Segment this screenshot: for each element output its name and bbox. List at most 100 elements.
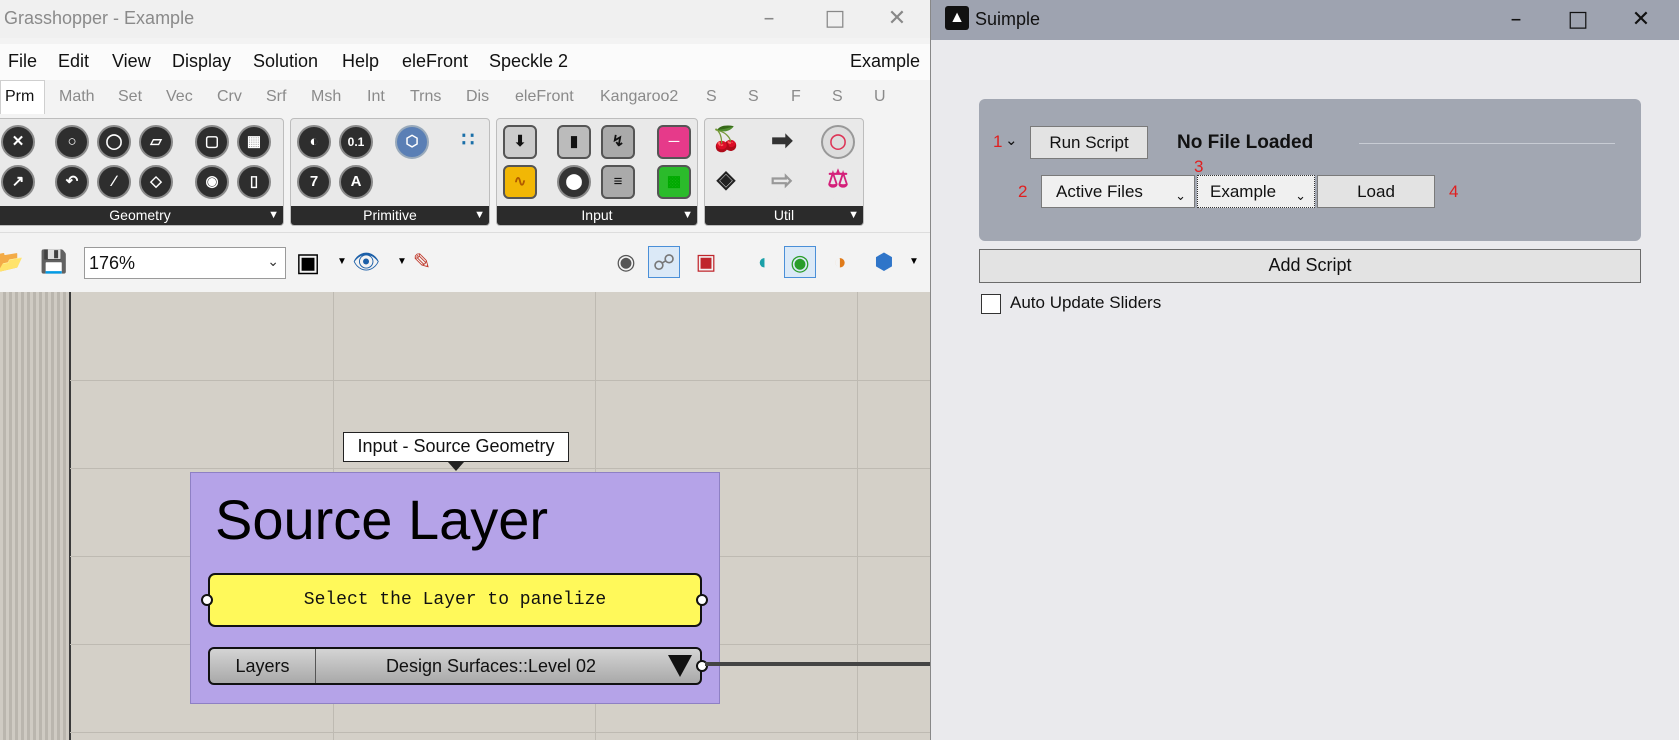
panel-geometry-label[interactable]: Geometry ▼	[0, 206, 283, 225]
cluster-icon[interactable]: ◯	[821, 125, 855, 159]
output-wire[interactable]	[705, 662, 930, 666]
tab-dis[interactable]: Dis	[466, 88, 489, 106]
panel-input-label[interactable]: Input ▼	[497, 206, 697, 225]
data-path-icon[interactable]: ∷	[451, 125, 485, 159]
menu-view[interactable]: View	[112, 51, 151, 72]
zoom-combobox[interactable]: 176% ⌄	[84, 247, 286, 279]
relay-arrow-icon[interactable]: ➡	[765, 125, 799, 159]
menu-solution[interactable]: Solution	[253, 51, 318, 72]
mesh-icon[interactable]: ▦	[237, 125, 271, 159]
source-layer-group[interactable]: Source Layer Select the Layer to paneliz…	[190, 472, 720, 704]
chevron-down-icon[interactable]: ⌄	[267, 253, 279, 270]
save-file-icon[interactable]: 💾	[38, 246, 70, 278]
button-icon[interactable]: ▮	[557, 125, 591, 159]
minimize-icon[interactable]: –	[754, 4, 784, 34]
tab-prm[interactable]: Prm	[0, 80, 45, 114]
collapse-chevron-icon[interactable]: ⌄	[1005, 131, 1018, 149]
material-sphere-icon[interactable]: ◑	[824, 246, 856, 278]
cherry-icon[interactable]: 🍒	[709, 125, 743, 159]
boolean-icon[interactable]: ◐	[297, 125, 331, 159]
tab-crv[interactable]: Crv	[217, 88, 242, 106]
dropdown-arrow-icon-3[interactable]: ▼	[898, 246, 930, 278]
tab-trns[interactable]: Trns	[410, 88, 441, 106]
preview-wire-icon[interactable]: ◉	[610, 246, 642, 278]
flask-icon[interactable]: ⚖	[821, 165, 855, 199]
document-name[interactable]: Example	[850, 51, 920, 72]
circle-icon[interactable]: ○	[55, 125, 89, 159]
tab-elefront[interactable]: eleFront	[515, 88, 574, 106]
text-icon[interactable]: A	[339, 165, 373, 199]
tab-kangaroo2[interactable]: Kangaroo2	[600, 88, 678, 106]
value-list-component[interactable]: Layers Design Surfaces::Level 02	[208, 647, 702, 685]
boolean-toggle-icon[interactable]: ⬤	[557, 165, 591, 199]
menu-elefront[interactable]: eleFront	[402, 51, 468, 72]
dropdown-triangle-icon[interactable]	[668, 655, 692, 677]
panel-component[interactable]: Select the Layer to panelize	[208, 573, 702, 627]
preview-shaded-icon[interactable]: ▣	[690, 246, 722, 278]
number-icon[interactable]: 0.1	[339, 125, 373, 159]
add-script-button[interactable]: Add Script	[979, 249, 1641, 283]
slider-icon[interactable]: ↯	[601, 125, 635, 159]
hollow-arrow-icon[interactable]: ⇨	[765, 165, 799, 199]
panel-output-grip[interactable]	[696, 594, 708, 606]
files-source-select[interactable]: Active Files ⌄	[1041, 175, 1195, 208]
graph-mapper-icon[interactable]: ∿	[503, 165, 537, 199]
tab-math[interactable]: Math	[59, 88, 95, 106]
tab-u[interactable]: U	[874, 88, 886, 106]
tab-srf[interactable]: Srf	[266, 88, 286, 106]
sketch-pen-icon[interactable]: ✎	[406, 246, 438, 278]
import-icon[interactable]: ⬇	[503, 125, 537, 159]
integer-icon[interactable]: 7	[297, 165, 331, 199]
close-icon[interactable]: ✕	[882, 4, 912, 34]
colour-swatch-icon[interactable]: ▩	[657, 165, 691, 199]
tab-msh[interactable]: Msh	[311, 88, 341, 106]
menu-display[interactable]: Display	[172, 51, 231, 72]
document-select[interactable]: Example ⌄	[1197, 175, 1315, 208]
display-mode-icon[interactable]: ⬢	[868, 246, 900, 278]
auto-update-label[interactable]: Auto Update Sliders	[1010, 293, 1161, 313]
minimize-icon[interactable]: –	[1501, 5, 1531, 35]
auto-update-checkbox[interactable]	[981, 294, 1001, 314]
chevron-down-icon[interactable]: ⌄	[1175, 180, 1186, 211]
tree-icon[interactable]: ◈	[709, 165, 743, 199]
preview-mesh-icon[interactable]: ☍	[648, 246, 680, 278]
circular-arc-icon[interactable]: ◯	[97, 125, 131, 159]
surface-icon[interactable]: ▯	[237, 165, 271, 199]
curve-icon[interactable]: ↶	[55, 165, 89, 199]
value-list-icon[interactable]: ≡	[601, 165, 635, 199]
zoom-extents-icon[interactable]: ▣	[292, 246, 324, 278]
preview-surface-icon[interactable]: ◖	[746, 246, 778, 278]
preview-selected-icon[interactable]: ◉	[784, 246, 816, 278]
box-icon[interactable]: ▢	[195, 125, 229, 159]
tab-s3[interactable]: S	[832, 88, 843, 106]
panel-util-label[interactable]: Util ▼	[705, 206, 863, 225]
vector-icon[interactable]: ↗	[1, 165, 35, 199]
tab-f[interactable]: F	[791, 88, 801, 106]
geometry-icon[interactable]: ✕	[1, 125, 35, 159]
number-slider-icon[interactable]: ─	[657, 125, 691, 159]
chevron-down-icon-2[interactable]: ⌄	[1295, 180, 1306, 211]
run-script-button[interactable]: Run Script	[1030, 126, 1148, 159]
tab-int[interactable]: Int	[367, 88, 385, 106]
plane-icon[interactable]: ▱	[139, 125, 173, 159]
menu-help[interactable]: Help	[342, 51, 379, 72]
brep-icon[interactable]: ◉	[195, 165, 229, 199]
panel-primitive-label[interactable]: Primitive ▼	[291, 206, 489, 225]
menu-edit[interactable]: Edit	[58, 51, 89, 72]
rectangle-icon[interactable]: ◇	[139, 165, 173, 199]
tab-s1[interactable]: S	[706, 88, 717, 106]
preview-eye-icon[interactable]: 👁	[350, 246, 382, 278]
menu-speckle[interactable]: Speckle 2	[489, 51, 568, 72]
data-icon[interactable]: ⬡	[395, 125, 429, 159]
tab-set[interactable]: Set	[118, 88, 142, 106]
load-button[interactable]: Load	[1317, 175, 1435, 208]
tab-s2[interactable]: S	[748, 88, 759, 106]
maximize-icon[interactable]: □	[1563, 5, 1593, 35]
tab-vec[interactable]: Vec	[166, 88, 193, 106]
maximize-icon[interactable]: □	[820, 4, 850, 34]
open-file-icon[interactable]: 📂	[0, 246, 26, 278]
gh-canvas[interactable]: Input - Source Geometry Source Layer Sel…	[0, 292, 930, 740]
line-icon[interactable]: ∕	[97, 165, 131, 199]
menu-file[interactable]: File	[8, 51, 37, 72]
close-icon[interactable]: ✕	[1626, 5, 1656, 35]
